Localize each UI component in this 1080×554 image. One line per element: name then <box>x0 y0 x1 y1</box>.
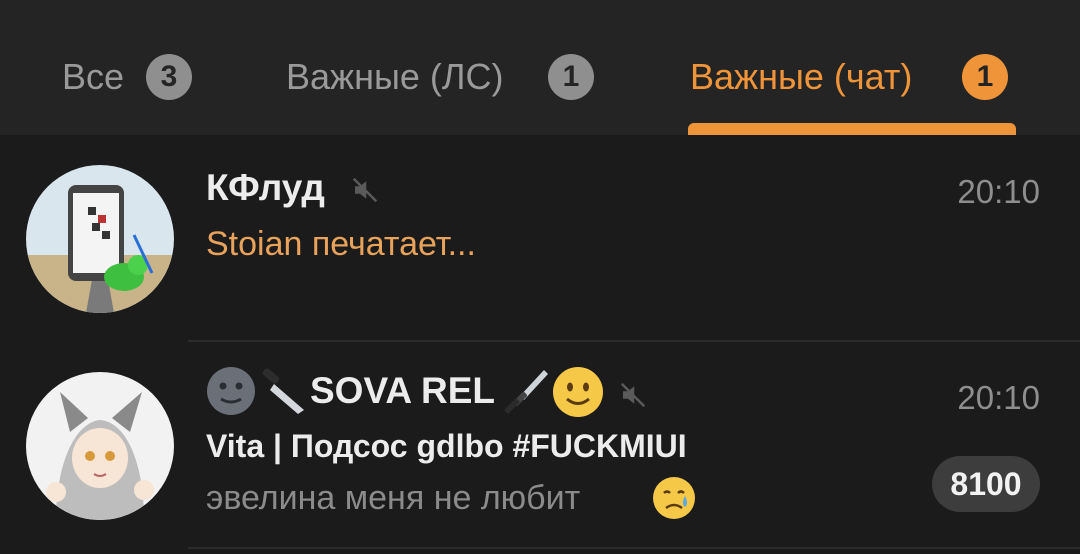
tab-bar: Все 3 Важные (ЛС) 1 Важные (чат) 1 <box>0 0 1080 135</box>
crying-face-emoji <box>652 476 696 525</box>
muted-icon <box>620 382 646 408</box>
last-message-preview: эвелина меня не любит <box>206 479 581 517</box>
chat-time: 20:10 <box>957 379 1040 416</box>
chat-title: SOVA REL <box>310 370 496 411</box>
divider <box>188 547 1080 549</box>
muted-icon <box>352 177 378 203</box>
typing-status: Stoian печатает... <box>206 225 476 263</box>
tab-all-label: Все <box>62 56 125 97</box>
tab-important-dm-badge: 1 <box>548 54 594 100</box>
chat-time: 20:10 <box>957 173 1040 210</box>
tab-important-chat[interactable]: Важные (чат) 1 <box>690 0 1020 135</box>
knife-emoji <box>258 366 308 421</box>
tab-important-chat-badge: 1 <box>962 54 1008 100</box>
chat-title: КФлуд <box>206 167 325 208</box>
dagger-emoji <box>498 366 548 421</box>
last-message-sender: Vita | Подсос gdlbo #FUCKMIUI <box>206 428 687 464</box>
tab-all[interactable]: Все 3 <box>62 0 202 135</box>
active-tab-indicator <box>688 123 1016 135</box>
tab-important-dm-label: Важные (ЛС) <box>286 56 504 97</box>
unread-count-badge: 8100 <box>932 456 1040 512</box>
avatar <box>26 165 174 313</box>
tab-all-badge: 3 <box>146 54 192 100</box>
slightly-smiling-face-emoji <box>552 366 604 423</box>
tab-important-chat-label: Важные (чат) <box>690 56 913 97</box>
tab-important-dm[interactable]: Важные (ЛС) 1 <box>286 0 606 135</box>
neutral-face-emoji <box>206 366 256 421</box>
chat-row-kflud[interactable]: КФлуд 20:10 Stoian печатает... <box>0 135 1080 340</box>
chat-row-sova-rel[interactable]: SOVA REL 20:10 Vita | Подсос gdlbo #FUCK… <box>0 342 1080 547</box>
avatar <box>26 372 174 520</box>
